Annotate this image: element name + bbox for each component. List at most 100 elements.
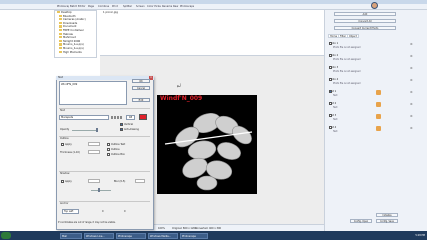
folder-icon [59,39,62,42]
folder-tree[interactable]: Desktop Bluetooth Cameras (Arabic) Downl… [54,10,97,58]
anchor-y[interactable]: 0 [124,210,126,213]
toolbar-item-7[interactable]: Screen [136,5,146,9]
layer-checkbox[interactable] [329,102,332,105]
shadow-section-label: Shadow [60,172,70,175]
outline-apply-checkbox[interactable] [61,143,64,146]
wrench-icon[interactable]: ⚙ [410,66,413,70]
tree-item-label: Mourns_b.e.p(s) [63,43,84,47]
outline-color-box[interactable] [88,142,100,146]
folder-icon [59,25,62,28]
toolbar-item-9[interactable]: Rename [162,5,172,9]
shadow-apply-checkbox[interactable] [61,180,64,183]
taskbar-button[interactable]: Photoscape [116,232,146,239]
toolbar-item-10[interactable]: Raw [173,5,179,9]
start-button[interactable] [1,232,11,239]
wrench-icon[interactable]: ⚙ [410,42,413,46]
wrench-icon[interactable]: ⚙ [410,54,413,58]
outline-box-radio[interactable] [107,153,110,156]
shadow-slider-thumb[interactable] [98,188,100,192]
toolbar-item-11[interactable]: Photoscape [180,5,194,9]
layer-checkbox[interactable] [329,66,332,69]
taskbar-button[interactable]: Photoscape [180,232,208,239]
wrench-icon[interactable]: ⚙ [410,102,413,106]
shadow-slider[interactable] [91,190,111,191]
wrench-icon[interactable]: ⚙ [410,114,413,118]
font-size-input[interactable]: 48 [126,115,135,120]
blur-input[interactable] [135,179,145,183]
tab-object[interactable]: Object [347,34,359,38]
layer-sub: Photo file is not assigned [333,70,361,73]
outline-box-label: Outline Box [111,153,125,156]
convert-all-button[interactable]: Convert All [334,19,396,23]
divider [59,171,150,172]
layer-sub: Photo file is not assigned [333,58,361,61]
toolbar-item-2[interactable]: Batch Editor [70,5,86,9]
tree-item-label: High Moments [63,50,82,54]
tree-item-label: Mahmoud [63,36,76,40]
tree-item-label: Cameras (Arabic) [63,18,86,22]
layer-sub: Text [333,94,338,97]
anchor-select[interactable]: Top Left [62,209,79,214]
shadow-color-box[interactable] [88,179,100,183]
layer-checkbox[interactable] [329,114,332,117]
toolbar-item-8[interactable]: Color Picker [147,5,161,9]
taskbar-button[interactable]: Mail [60,232,82,239]
layer-sub: Text [333,118,338,121]
toolbar-item-3[interactable]: Page [88,5,97,9]
wrench-icon[interactable]: ⚙ [410,90,413,94]
opacity-slider-thumb[interactable] [96,128,98,132]
config-open-button[interactable]: Config. Open [350,219,372,223]
vertical-checkbox[interactable] [120,123,123,126]
anti-aliasing-checkbox[interactable] [120,128,123,131]
anchor-x[interactable]: 0 [102,210,104,213]
toolbar-item-6[interactable]: Splitter [123,5,135,9]
layer-checkbox[interactable] [329,54,332,57]
taskbar-button[interactable]: Windows Live... [84,232,114,239]
rotate-icon[interactable]: ⤾ [177,84,182,89]
layer-checkbox[interactable] [329,78,332,81]
edited-photo[interactable] [157,95,257,194]
text-input[interactable]: Windf'N_009 [59,81,127,105]
tree-item-label: Mourns_b.e.p(s) [63,47,84,51]
edit-button[interactable]: Edit [132,98,150,102]
thickness-input[interactable] [88,150,100,154]
outline-text-radio[interactable] [107,143,110,146]
cancel-button[interactable]: Cancel [132,86,150,90]
divider [59,136,150,137]
vertical-label: Vertical [124,123,133,126]
taskbar-button[interactable]: Windows Media... [148,232,178,239]
layer-checkbox[interactable] [329,90,332,93]
layer-checkbox[interactable] [329,42,332,45]
text-watermark[interactable]: Windf'N_009 [160,95,202,102]
outline-text-label: Outline Text [111,143,126,146]
add-button[interactable]: Add [334,12,396,16]
initialize-button[interactable]: Initialize [376,213,398,217]
folder-icon [59,46,62,50]
toolbar-item-4[interactable]: Combine [98,5,110,9]
font-select[interactable]: Marapets [59,115,109,120]
tree-item-label: FREE Co.Deliver [63,29,84,33]
text-color-swatch[interactable] [139,114,147,120]
toolbar-item-5[interactable]: Print [112,5,121,9]
section-text-label: Text [60,109,65,112]
folder-icon [59,32,62,35]
ok-button[interactable]: OK [132,79,150,83]
opacity-slider[interactable] [72,130,98,131]
avatar [371,2,378,9]
dialog-title-text: Text [58,76,63,79]
config-save-button[interactable]: Config. Save [376,219,398,223]
file-list[interactable] [100,10,324,55]
layer-checkbox[interactable] [329,126,332,129]
convert-current-button[interactable]: Convert Current Photo [334,26,396,30]
folder-icon [57,11,60,14]
folder-icon [59,18,62,21]
file-item-selected[interactable]: 1 picnic.jpg [103,11,133,15]
toolbar-item-1[interactable]: Photoscape [57,5,69,9]
wrench-icon[interactable]: ⚙ [410,126,413,130]
folder-icon [59,36,62,39]
outline-only-radio[interactable] [107,148,110,151]
tree-item[interactable]: High Moments [55,50,96,55]
wrench-icon[interactable]: ⚙ [410,78,413,82]
font-style-buttons[interactable] [111,116,124,119]
layer-sub: Text [333,106,338,109]
